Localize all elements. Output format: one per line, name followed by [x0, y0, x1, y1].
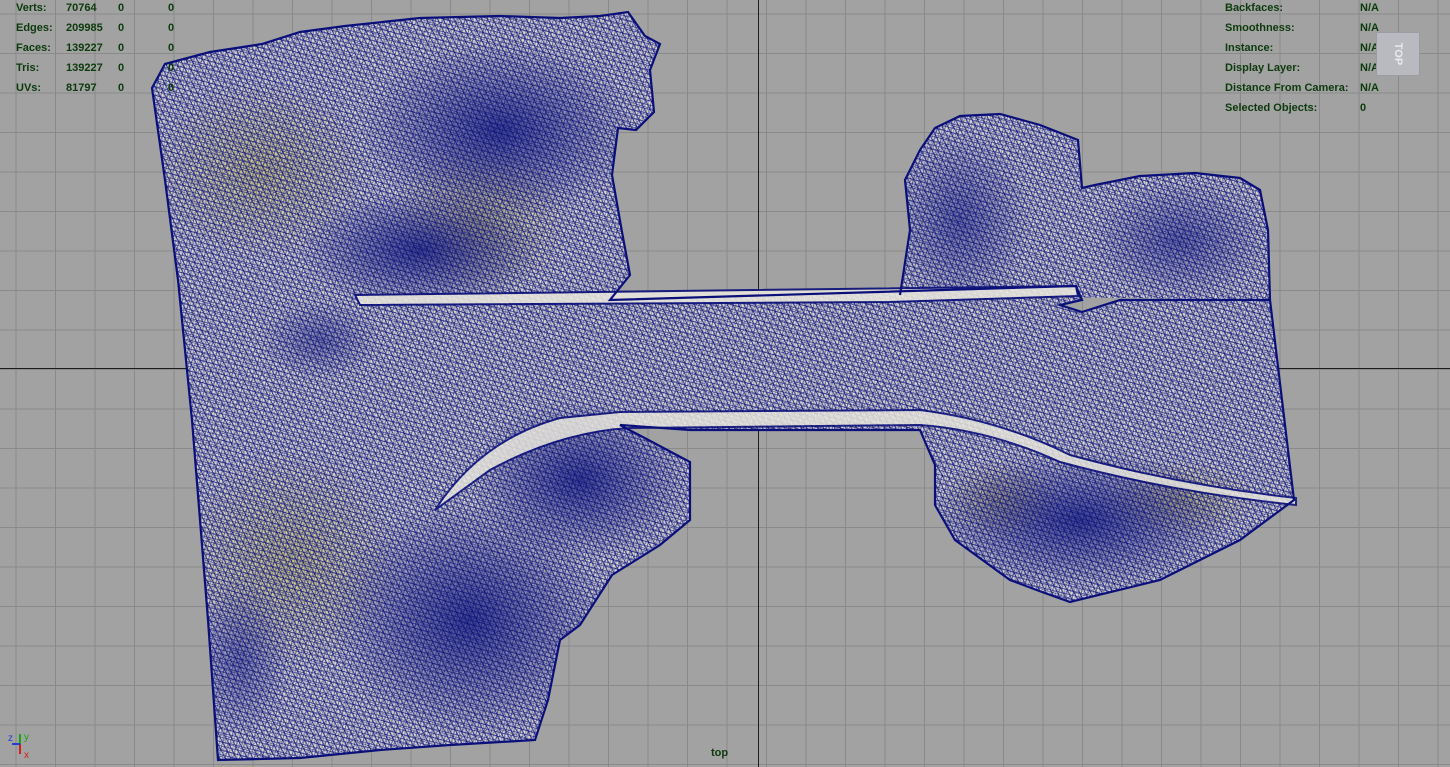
hud-row-instance: Instance: N/A	[1225, 38, 1379, 58]
view-cube[interactable]: TOP	[1376, 32, 1420, 76]
hud-label: Backfaces:	[1225, 2, 1284, 14]
hud-value: 209985	[66, 22, 103, 34]
hud-value: 0	[118, 42, 125, 54]
hud-value: 0	[168, 82, 175, 94]
hud-row-smoothness: Smoothness: N/A	[1225, 18, 1379, 38]
hud-row-display-layer: Display Layer: N/A	[1225, 58, 1379, 78]
hud-value: 0	[168, 62, 175, 74]
hud-value: 0	[118, 22, 125, 34]
viewport-top[interactable]: Verts: 70764 0 0 Edges: 209985 0 0 Faces…	[0, 0, 1450, 767]
hud-row-selected-objects: Selected Objects: 0	[1225, 98, 1379, 118]
hud-value: 0	[118, 82, 125, 94]
view-cube-label: TOP	[1391, 42, 1404, 66]
hud-value: 0	[118, 2, 125, 14]
hud-value: 139227	[66, 62, 103, 74]
hud-row-verts: Verts: 70764 0 0	[16, 0, 188, 18]
camera-name-label: top	[711, 747, 729, 759]
hud-value: 0	[168, 2, 175, 14]
hud-value: 81797	[66, 82, 97, 94]
axis-gizmo-icon: y x z	[8, 732, 29, 760]
gizmo-z-label: z	[8, 733, 13, 744]
hud-label: Tris:	[16, 62, 40, 74]
hud-label: Edges:	[16, 22, 53, 34]
hud-row-faces: Faces: 139227 0 0	[16, 38, 188, 58]
object-info-hud: Backfaces: N/A Smoothness: N/A Instance:…	[1225, 0, 1379, 118]
hud-label: Verts:	[16, 2, 47, 14]
hud-row-edges: Edges: 209985 0 0	[16, 18, 188, 38]
hud-value: 0	[168, 22, 175, 34]
hud-label: Display Layer:	[1225, 62, 1301, 74]
hud-value: 0	[118, 62, 125, 74]
hud-row-tris: Tris: 139227 0 0	[16, 58, 188, 78]
poly-count-hud: Verts: 70764 0 0 Edges: 209985 0 0 Faces…	[16, 0, 188, 98]
hud-value: N/A	[1360, 82, 1379, 94]
hud-label: Smoothness:	[1225, 22, 1295, 34]
hud-value: 0	[1360, 102, 1367, 114]
hud-value: 0	[168, 42, 175, 54]
hud-value: 139227	[66, 42, 103, 54]
hud-value: N/A	[1360, 2, 1379, 14]
hud-label: Faces:	[16, 42, 51, 54]
hud-row-uvs: UVs: 81797 0 0	[16, 78, 188, 98]
hud-label: Instance:	[1225, 42, 1274, 54]
hud-value: 70764	[66, 2, 97, 14]
hud-row-backfaces: Backfaces: N/A	[1225, 0, 1379, 18]
hud-row-distance-from-camera: Distance From Camera: N/A	[1225, 78, 1379, 98]
hud-label: Selected Objects:	[1225, 102, 1318, 114]
hud-label: Distance From Camera:	[1225, 82, 1349, 94]
gizmo-x-label: x	[24, 750, 29, 760]
hud-label: UVs:	[16, 82, 42, 94]
gizmo-y-label: y	[24, 732, 29, 743]
